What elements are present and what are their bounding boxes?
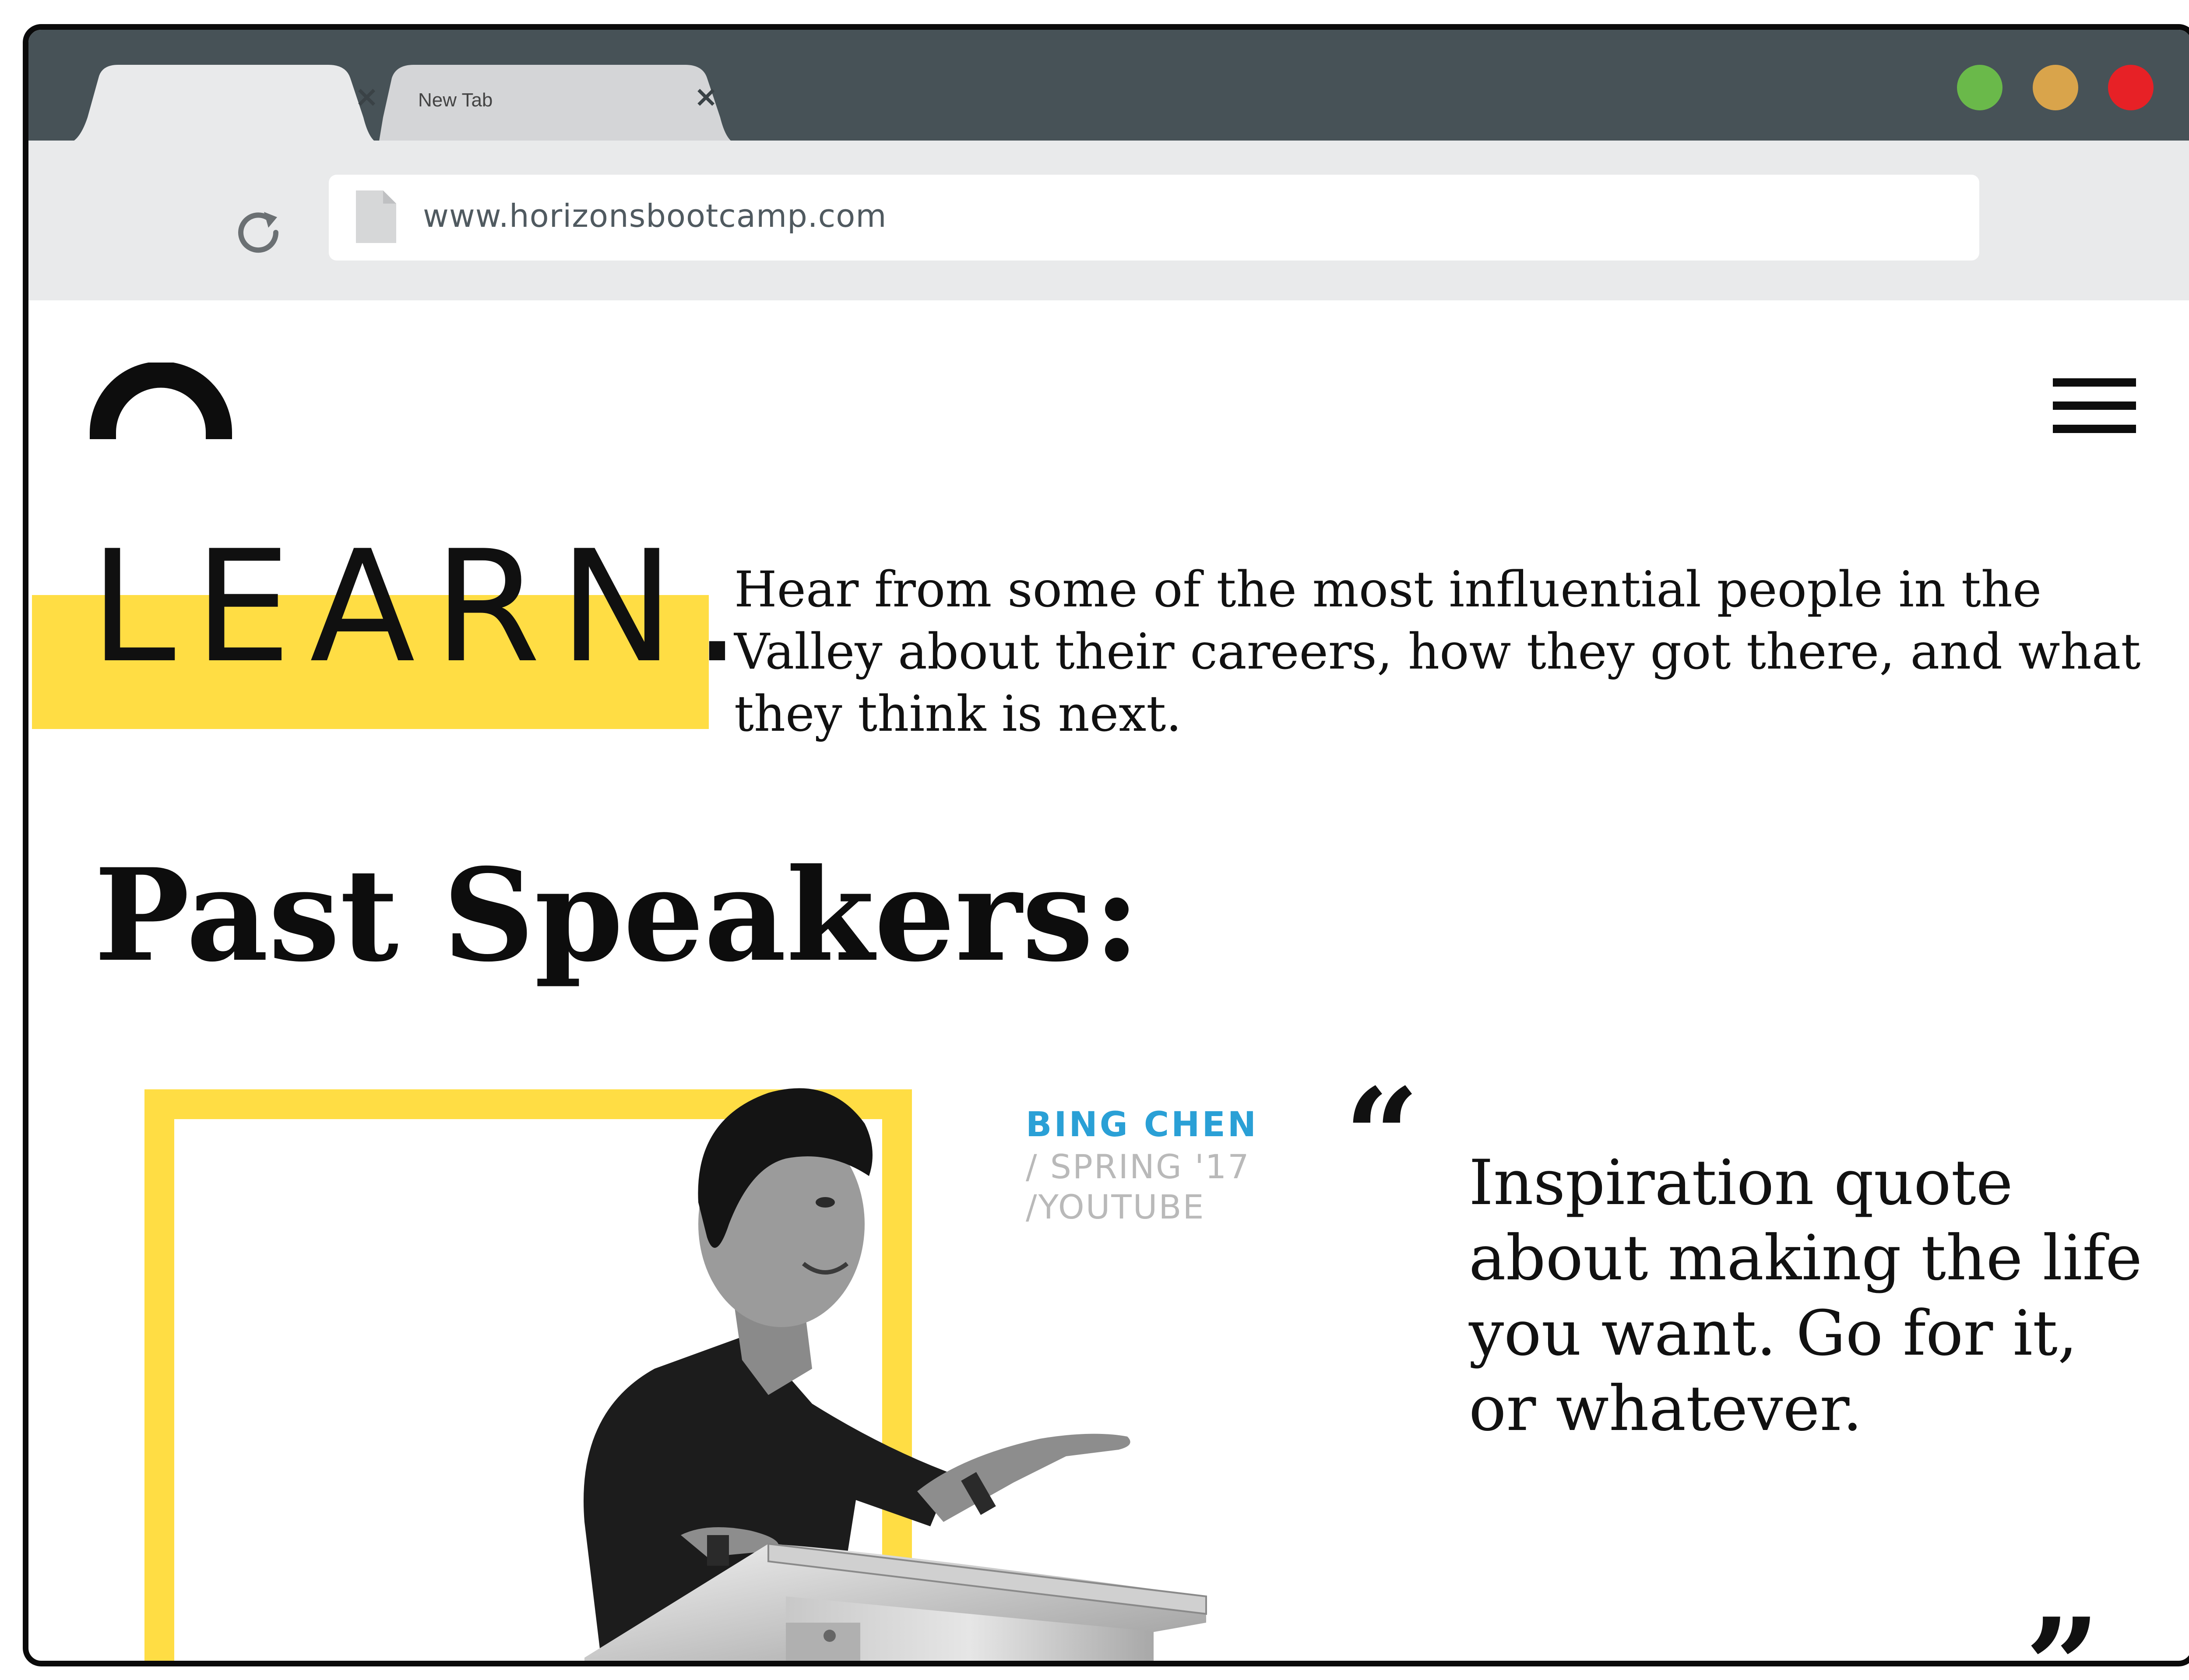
yellow-light[interactable] [2033, 65, 2078, 110]
past-speakers-title: Past Speakers: [94, 841, 1140, 990]
green-light[interactable] [1957, 65, 2002, 110]
red-light[interactable] [2108, 65, 2154, 110]
reload-icon[interactable] [230, 204, 287, 261]
browser-window: × New Tab × www.horizonsbootcamp.com LEA… [23, 24, 2189, 1666]
url-text: www.horizonsbootcamp.com [423, 197, 887, 234]
page-content: LEARN. Hear from some of the most influe… [28, 300, 2189, 1661]
intro-paragraph: Hear from some of the most influential p… [734, 561, 2141, 743]
speaker-meta: / SPRING '17 /YOUTUBE [1026, 1147, 1250, 1227]
close-icon[interactable]: × [694, 82, 718, 111]
tab-bar: × New Tab × [28, 30, 2189, 144]
hamburger-menu-icon[interactable] [2053, 378, 2136, 433]
speaker-company: /YOUTUBE [1026, 1187, 1205, 1226]
tab-new-tab[interactable]: New Tab × [379, 65, 751, 144]
open-quote-mark: “ [1344, 1059, 1420, 1214]
speaker-name[interactable]: BING CHEN [1026, 1105, 1258, 1145]
close-quote-mark: ” [2025, 1589, 2101, 1666]
learn-heading: LEARN. [90, 518, 760, 697]
tab-title: New Tab [418, 89, 493, 111]
browser-toolbar: www.horizonsbootcamp.com [28, 141, 2189, 300]
tab-active[interactable]: × [48, 65, 381, 144]
speaker-quote: Inspiration quote about making the life … [1469, 1147, 2143, 1445]
horizon-arc-logo[interactable] [90, 363, 232, 439]
address-bar[interactable]: www.horizonsbootcamp.com [329, 175, 1979, 261]
close-icon[interactable]: × [355, 82, 379, 111]
speaker-term: / SPRING '17 [1026, 1147, 1250, 1186]
page-icon [356, 190, 396, 243]
